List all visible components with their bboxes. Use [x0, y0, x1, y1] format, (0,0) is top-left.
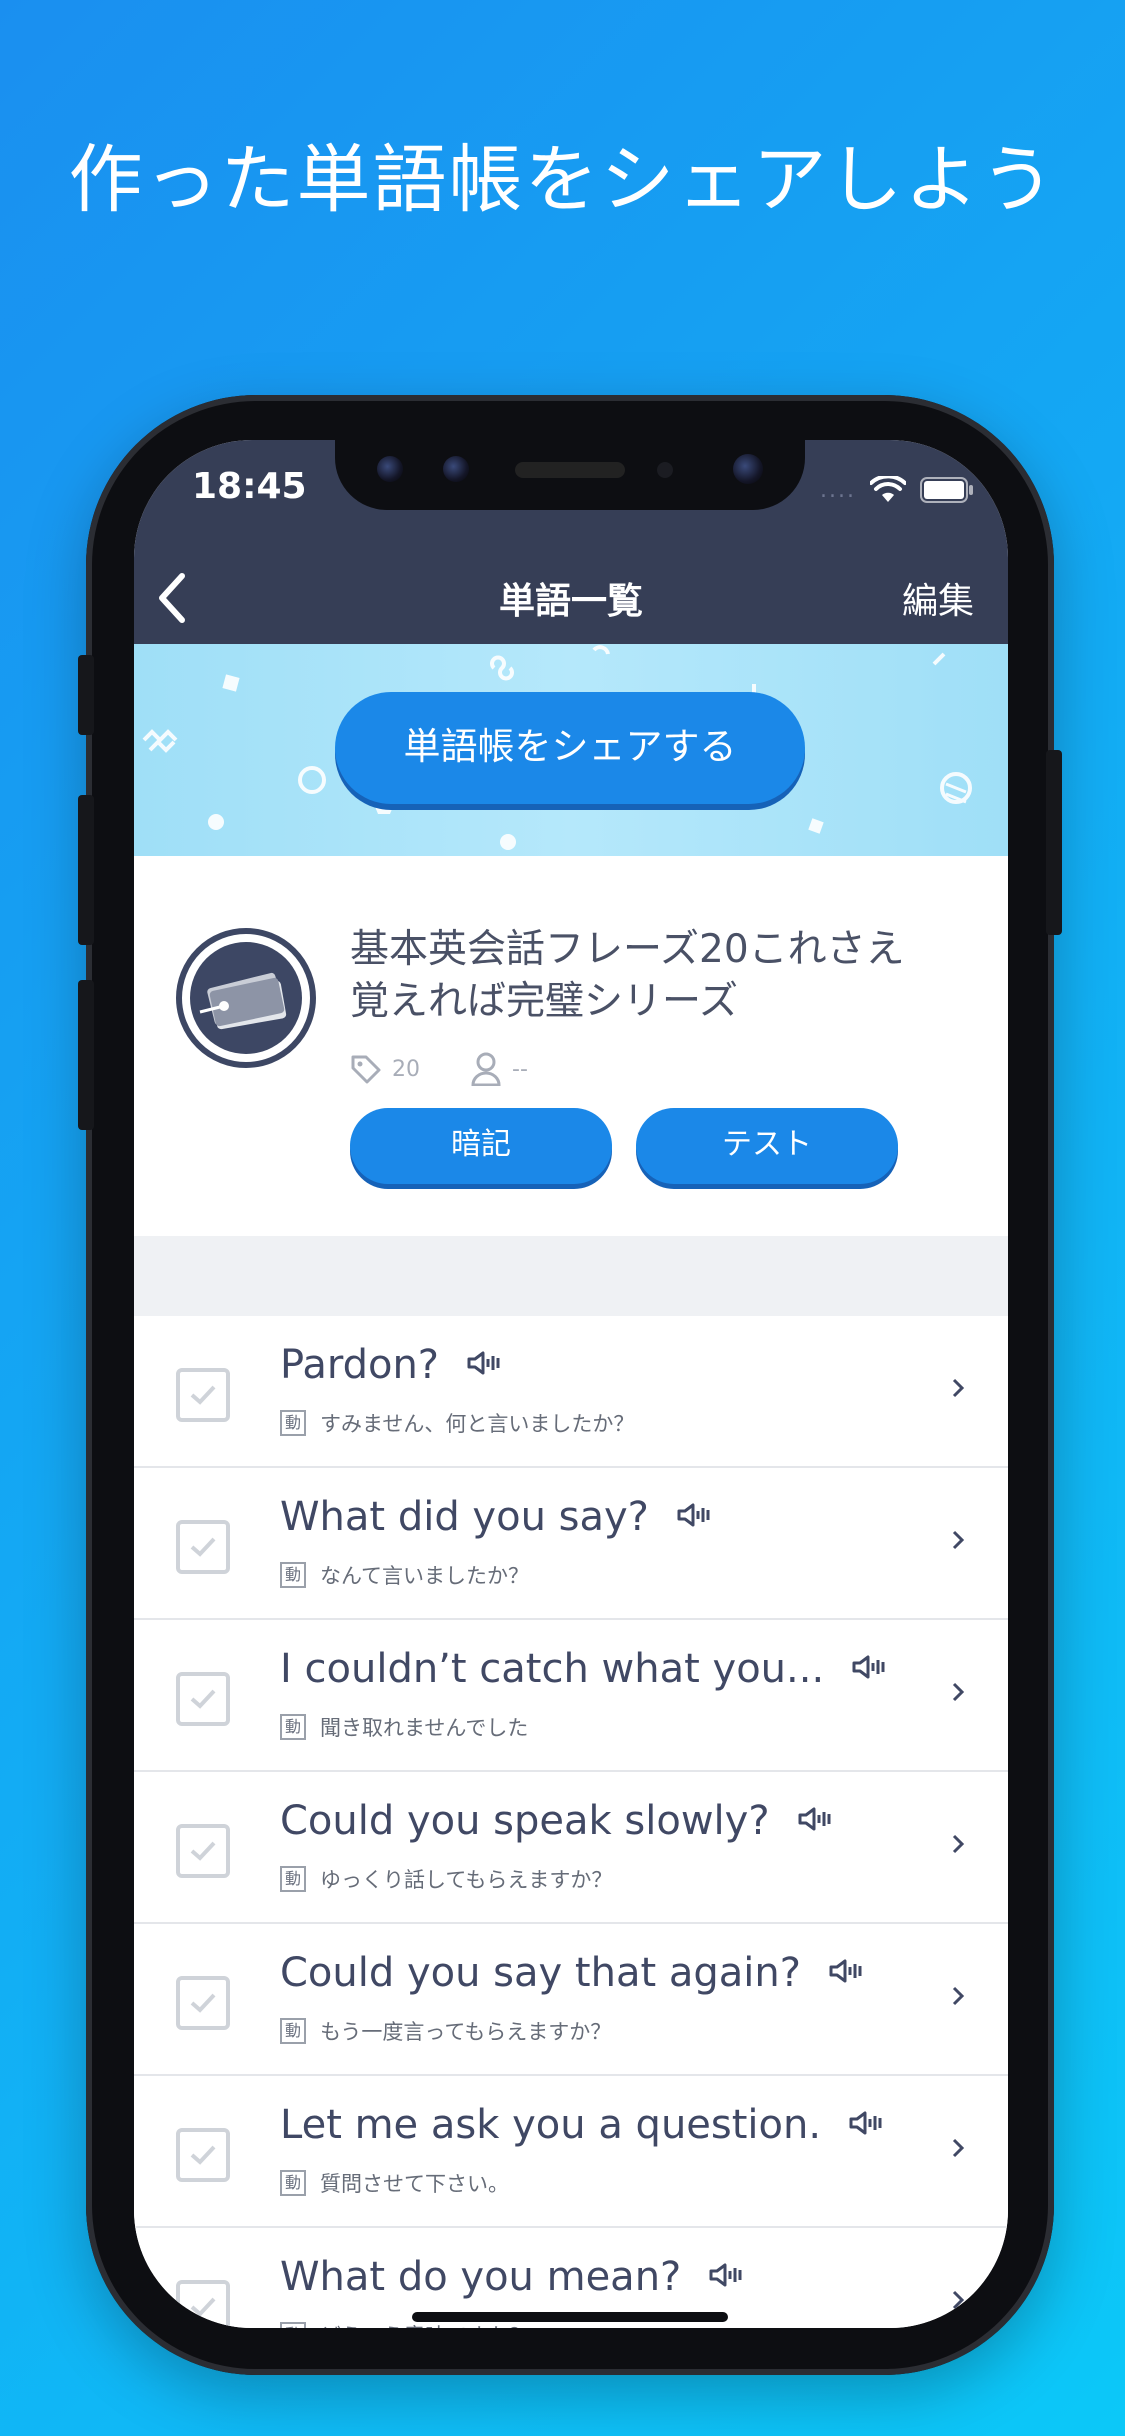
- word-meaning: もう一度言ってもらえますか？: [320, 2020, 612, 2044]
- checkbox[interactable]: [176, 1520, 230, 1574]
- word-list: Pardon? 動 すみません、何と言いましたか？ What did you s…: [134, 1316, 1008, 2328]
- speaker-icon[interactable]: [677, 1503, 713, 1531]
- promo-title: 作った単語帳をシェアしよう: [68, 137, 1057, 223]
- nav-bar: 単語一覧 編集: [134, 550, 1008, 644]
- part-of-speech-badge: 動: [280, 2170, 306, 2196]
- share-deck-button[interactable]: 単語帳をシェアする: [335, 692, 805, 804]
- chevron-right-icon: [952, 2138, 965, 2158]
- proximity-sensor: [657, 462, 673, 478]
- author-value: --: [512, 1056, 528, 1082]
- status-icons: ....: [820, 476, 974, 504]
- deck-title: 基本英会話フレーズ20これさえ覚えれば完璧シリーズ: [350, 927, 905, 1024]
- part-of-speech-badge: 動: [280, 1410, 306, 1436]
- word-text: What do you mean?: [280, 2254, 682, 2300]
- notch: [335, 440, 805, 510]
- speaker-icon[interactable]: [849, 2111, 885, 2139]
- deck-info-card: 基本英会話フレーズ20これさえ覚えれば完璧シリーズ 20 -- 暗記 テスト: [134, 856, 1008, 1236]
- speaker-icon[interactable]: [829, 1959, 865, 1987]
- check-icon: [190, 1993, 216, 2013]
- battery-icon: [920, 477, 974, 503]
- word-meaning: 質問させて下さい。: [320, 2172, 509, 2196]
- checkbox[interactable]: [176, 2280, 230, 2328]
- word-row[interactable]: Could you say that again? 動 もう一度言ってもらえます…: [134, 1924, 1008, 2076]
- signal-icon: ....: [820, 477, 856, 503]
- section-divider: [134, 1236, 1008, 1316]
- chevron-right-icon: [952, 1682, 965, 1702]
- home-indicator[interactable]: [412, 2312, 728, 2322]
- camera-icon: [377, 456, 403, 482]
- check-icon: [190, 1689, 216, 1709]
- chevron-right-icon: [952, 1530, 965, 1550]
- author: --: [470, 1052, 528, 1086]
- word-row[interactable]: Pardon? 動 すみません、何と言いましたか？: [134, 1316, 1008, 1468]
- checkbox[interactable]: [176, 2128, 230, 2182]
- chevron-left-icon: [159, 573, 185, 623]
- deck-meta: 20 --: [350, 1052, 578, 1086]
- word-row[interactable]: I couldn’t catch what you... 動 聞き取れませんでし…: [134, 1620, 1008, 1772]
- speaker-icon[interactable]: [709, 2263, 745, 2291]
- word-text: Could you say that again?: [280, 1950, 801, 1996]
- volume-up-button: [78, 795, 94, 945]
- part-of-speech-badge: 動: [280, 2322, 306, 2328]
- part-of-speech-badge: 動: [280, 1562, 306, 1588]
- tag-count-value: 20: [392, 1056, 420, 1082]
- checkbox[interactable]: [176, 1368, 230, 1422]
- camera-icon: [443, 456, 469, 482]
- test-button[interactable]: テスト: [636, 1108, 898, 1184]
- word-row[interactable]: What did you say? 動 なんて言いましたか？: [134, 1468, 1008, 1620]
- tag-icon: [351, 1055, 381, 1084]
- word-meaning: すみません、何と言いましたか？: [320, 1412, 635, 1436]
- word-meaning: ゆっくり話してもらえますか？: [320, 1868, 613, 1892]
- earpiece-speaker: [515, 462, 625, 478]
- power-button: [1046, 750, 1062, 935]
- check-icon: [190, 2145, 216, 2165]
- checkbox[interactable]: [176, 1824, 230, 1878]
- tag-count: 20: [350, 1053, 420, 1085]
- word-text: What did you say?: [280, 1494, 649, 1540]
- status-time: 18:45: [192, 466, 307, 507]
- share-banner: 単語帳をシェアする: [134, 644, 1008, 856]
- part-of-speech-badge: 動: [280, 1866, 306, 1892]
- user-icon: [471, 1052, 501, 1086]
- speaker-icon[interactable]: [467, 1351, 503, 1379]
- checkbox[interactable]: [176, 1672, 230, 1726]
- speaker-icon[interactable]: [852, 1655, 888, 1683]
- chevron-right-icon: [952, 2290, 965, 2310]
- wifi-icon: [870, 476, 906, 504]
- check-icon: [190, 1841, 216, 1861]
- word-row[interactable]: Let me ask you a question. 動 質問させて下さい。: [134, 2076, 1008, 2228]
- word-text: Let me ask you a question.: [280, 2102, 822, 2148]
- memorize-button[interactable]: 暗記: [350, 1108, 612, 1184]
- chevron-right-icon: [952, 1986, 965, 2006]
- edit-button[interactable]: 編集: [902, 572, 974, 624]
- word-meaning: なんて言いましたか？: [320, 1564, 529, 1588]
- back-button[interactable]: [144, 564, 214, 630]
- word-text: Could you speak slowly?: [280, 1798, 770, 1844]
- word-text: Pardon?: [280, 1342, 440, 1388]
- part-of-speech-badge: 動: [280, 1714, 306, 1740]
- chevron-right-icon: [952, 1378, 965, 1398]
- word-row[interactable]: Could you speak slowly? 動 ゆっくり話してもらえますか？: [134, 1772, 1008, 1924]
- chevron-right-icon: [952, 1834, 965, 1854]
- flashcards-icon: [199, 972, 287, 1030]
- phone-screen: 18:45 .... 単語一覧 編集 単語帳をシェアする 基本英会話フレーズ20…: [134, 440, 1008, 2328]
- check-icon: [190, 2297, 216, 2317]
- mute-switch: [78, 655, 94, 735]
- check-icon: [190, 1385, 216, 1405]
- check-icon: [190, 1537, 216, 1557]
- speaker-icon[interactable]: [798, 1807, 834, 1835]
- checkbox[interactable]: [176, 1976, 230, 2030]
- deck-avatar: [176, 928, 316, 1068]
- word-text: I couldn’t catch what you...: [280, 1646, 825, 1692]
- part-of-speech-badge: 動: [280, 2018, 306, 2044]
- page-title: 単語一覧: [498, 581, 643, 622]
- front-camera-icon: [733, 454, 763, 484]
- word-meaning: 聞き取れませんでした: [320, 1716, 529, 1740]
- volume-down-button: [78, 980, 94, 1130]
